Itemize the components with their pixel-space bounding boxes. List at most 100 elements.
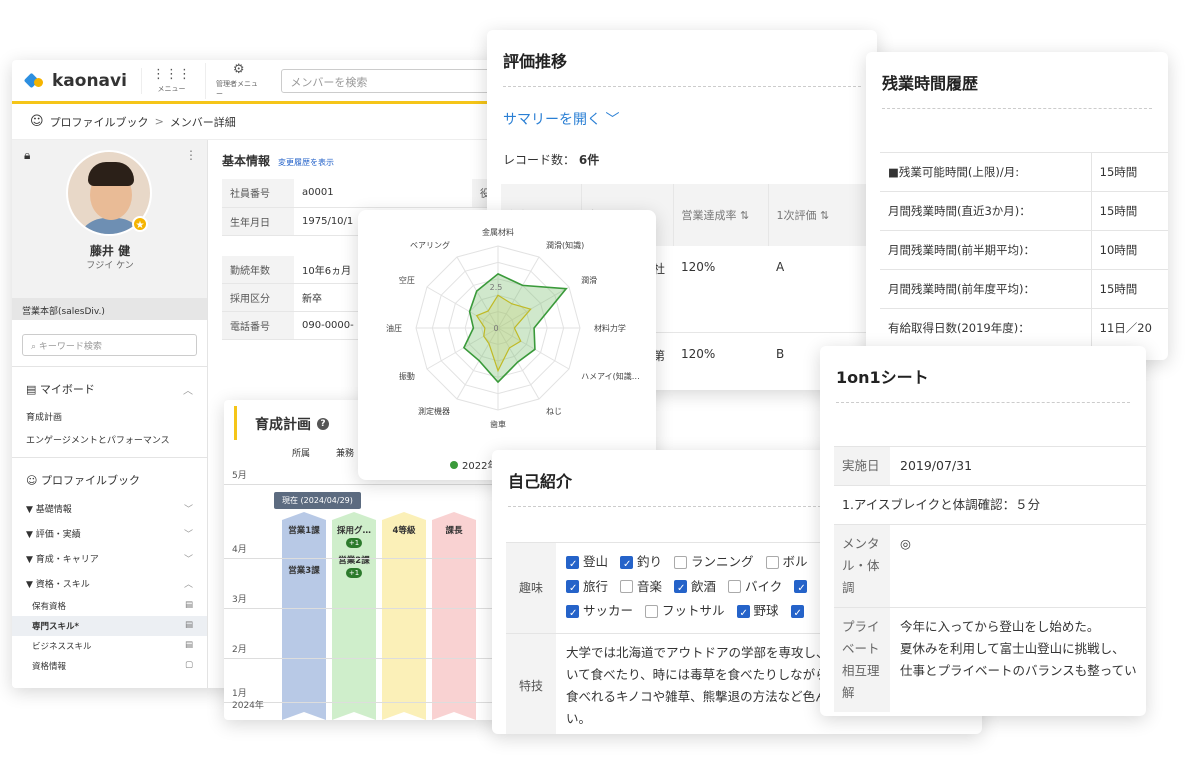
breadcrumb-current: メンバー詳細 [170, 114, 236, 130]
evaluation-title: 評価推移 [487, 30, 877, 86]
profile-book-icon: ☺ [26, 474, 41, 487]
overtime-card: 残業時間履歴 ■残業可能時間(上限)/月:15時間 月間残業時間(直近3か月)：… [866, 52, 1168, 360]
member-name: 藤井 健 [12, 242, 208, 259]
breadcrumb-root[interactable]: プロファイルブック [50, 114, 149, 130]
skill-item-certs[interactable]: 保有資格▤ [12, 596, 207, 616]
hobby-label: 野球 [754, 600, 779, 622]
radar-axis-label: 歯車 [490, 419, 506, 429]
document-icon: ▤ [185, 620, 193, 632]
member-dept: 営業本部(salesDiv.) [12, 298, 207, 320]
checked-checkbox-icon [566, 605, 579, 618]
hobby-checkbox[interactable]: 釣り [620, 551, 662, 573]
skill-item-expert[interactable]: 専門スキル*▤ [12, 616, 207, 636]
plan-column-grade[interactable]: 4等級 [382, 512, 426, 720]
admin-menu-label: 管理者メニュー [216, 79, 261, 99]
hobby-checkbox[interactable]: 飲酒 [674, 576, 716, 598]
record-count: レコード数： 6件 [487, 139, 877, 180]
tree-career[interactable]: ▼ 育成・キャリア﹀ [12, 546, 207, 571]
more-icon[interactable]: ⋮ [185, 148, 197, 162]
summary-toggle[interactable]: サマリーを開く ﹀ [487, 87, 877, 139]
document-icon: ▢ [185, 660, 193, 672]
plan-column-position[interactable]: 課長 [432, 512, 476, 720]
hobby-label: 旅行 [583, 576, 608, 598]
table-row: 月間残業時間(直近3か月)：15時間 [880, 192, 1168, 231]
tree-basic[interactable]: ▼ 基礎情報﹀ [12, 496, 207, 521]
radar-axis-label: ハメアイ(知識… [581, 371, 640, 381]
hobby-label: 趣味 [506, 543, 556, 633]
radar-axis-label: 潤滑 [581, 275, 597, 285]
plan-column-concurrent[interactable]: 採用グ… +1 営業2課 +1 [332, 512, 376, 720]
month-label: 3月 [232, 592, 247, 605]
skill-item-business[interactable]: ビジネススキル▤ [12, 636, 207, 656]
hobby-checkbox[interactable] [791, 605, 808, 618]
menu-button[interactable]: ⋮⋮⋮ メニュー [141, 68, 191, 94]
private-label: プライベート相互理解 [834, 608, 890, 712]
hobby-checkbox[interactable]: 野球 [737, 600, 779, 622]
keyword-placeholder: キーワード検索 [39, 342, 102, 352]
column-header[interactable]: 1次評価 ⇅ [768, 184, 877, 246]
hobby-checkbox[interactable] [794, 580, 811, 593]
table-row: 社員番号a0001役職 [222, 179, 510, 207]
current-date-marker: 現在 (2024/04/29) [274, 492, 361, 509]
myboard-item-engagement[interactable]: エンゲージメントとパフォーマンス [12, 428, 207, 451]
hobby-checkbox[interactable]: 旅行 [566, 576, 608, 598]
hobby-label: ランニング [691, 551, 754, 573]
chevron-down-icon: ﹀ [184, 527, 193, 540]
member-search-input[interactable]: メンバーを検索 [281, 69, 496, 93]
profilebook-title: プロファイルブック [41, 474, 140, 487]
breadcrumb: ☺ プロファイルブック > メンバー詳細 [12, 104, 510, 140]
date-value: 2019/07/31 [890, 447, 1146, 485]
plan-timeline: 5月 現在 (2024/04/29) 営業1課 営業3課 採用グ… +1 営業2… [224, 462, 504, 720]
radar-axis-label: 潤滑(知識) [546, 240, 584, 250]
top-bar: kaonavi ⋮⋮⋮ メニュー ⚙ 管理者メニュー メンバーを検索 [12, 60, 510, 104]
document-icon: ▤ [185, 640, 193, 652]
profile-book-icon: ☺ [30, 114, 44, 129]
hobby-checkbox[interactable]: サッカー [566, 600, 633, 622]
keyword-search-input[interactable]: ⌕ キーワード検索 [22, 334, 197, 356]
agenda-text: 1.アイスブレイクと体調確認：５分 [834, 486, 1146, 524]
radar-chart: 金属材料潤滑(知識)潤滑材料力学ハメアイ(知識…ねじ歯車測定機器振動油圧空圧ベア… [358, 210, 656, 450]
hobby-label: バイク [745, 576, 782, 598]
tree-skill[interactable]: ▼ 資格・スキル︿ [12, 571, 207, 596]
legend-dot [450, 461, 458, 469]
checked-checkbox-icon [794, 580, 807, 593]
hobby-checkbox[interactable]: ボル [766, 551, 808, 573]
myboard-header[interactable]: ▤ マイボード ︿ [12, 373, 207, 405]
checked-checkbox-icon [620, 556, 633, 569]
hobby-checkbox[interactable]: バイク [728, 576, 782, 598]
column-header: 所属 [292, 446, 310, 459]
history-link[interactable]: 変更履歴を表示 [278, 157, 334, 168]
date-label: 実施日 [834, 447, 890, 485]
plan-column-dept[interactable]: 営業1課 営業3課 [282, 512, 326, 720]
lock-icon[interactable]: 🔒︎ [24, 148, 30, 163]
chevron-up-icon: ︿ [183, 382, 193, 397]
table-row: メンタル・体調 ◎ [834, 524, 1146, 607]
radar-axis-label: 測定機器 [418, 406, 450, 416]
hobby-checkbox[interactable]: 登山 [566, 551, 608, 573]
year-label: 2024年 [232, 698, 264, 711]
logo-text: kaonavi [52, 71, 127, 91]
hobby-label: 釣り [637, 551, 662, 573]
hobby-checkbox[interactable]: フットサル [645, 600, 725, 622]
column-header[interactable]: 営業達成率 ⇅ [673, 184, 768, 246]
unchecked-checkbox-icon [766, 556, 779, 569]
tree-eval[interactable]: ▼ 評価・実績﹀ [12, 521, 207, 546]
hobby-checkbox[interactable]: ランニング [674, 551, 754, 573]
breadcrumb-separator: > [155, 115, 164, 128]
board-icon: ▤ [26, 383, 40, 396]
help-icon[interactable]: ? [317, 418, 329, 430]
radar-axis-label: 金属材料 [482, 227, 514, 237]
unchecked-checkbox-icon [620, 580, 633, 593]
month-label: 2月 [232, 642, 247, 655]
chevron-down-icon: ﹀ [605, 112, 619, 128]
kaonavi-logo[interactable]: kaonavi [26, 71, 127, 91]
hobby-label: 飲酒 [691, 576, 716, 598]
hobby-checkbox[interactable]: 音楽 [620, 576, 662, 598]
table-row: 有給取得日数(2019年度)：11日／20 [880, 309, 1168, 348]
hobby-label: 音楽 [637, 576, 662, 598]
table-row: 月間残業時間(前年度平均)：15時間 [880, 270, 1168, 309]
myboard-item-plan[interactable]: 育成計画 [12, 405, 207, 428]
skill-item-info[interactable]: 資格情報▢ [12, 656, 207, 676]
kaonavi-logo-icon [26, 73, 46, 89]
admin-menu-button[interactable]: ⚙ 管理者メニュー [205, 63, 261, 99]
